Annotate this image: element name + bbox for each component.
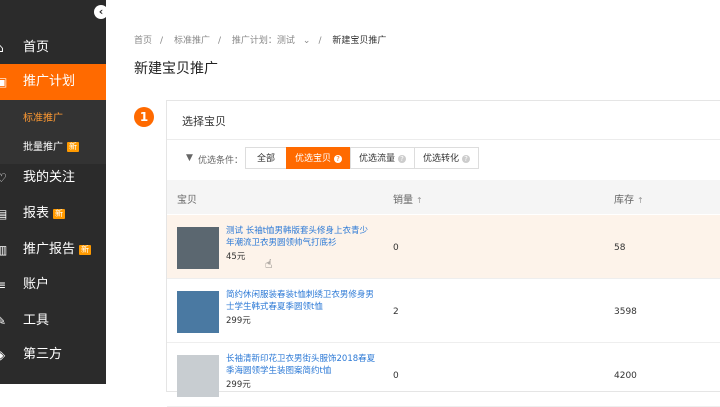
stock-value: 4200 (614, 371, 637, 381)
sidebar-item-follow[interactable]: ♡ 我的关注 (0, 160, 106, 196)
breadcrumb-current: 新建宝贝推广 (332, 36, 387, 46)
product-price: 299元 (226, 316, 251, 326)
sidebar-item-tools[interactable]: ✎ 工具 (0, 303, 106, 339)
column-header-label: 销量 (393, 195, 413, 206)
table-row[interactable]: 简约休闲服装春装t恤刺绣卫衣男修身男士学生韩式春夏季圆领t恤 299元 2 35… (167, 279, 720, 343)
column-header-stock[interactable]: 库存 ↑ (614, 191, 644, 206)
breadcrumb-separator: / (160, 36, 164, 46)
sales-value: 2 (393, 307, 399, 317)
table-header: 宝贝 销量 ↑ 库存 ↑ (167, 180, 720, 214)
product-thumbnail[interactable] (177, 291, 219, 333)
tools-icon: ✎ (0, 314, 7, 328)
thirdparty-icon: ◈ (0, 348, 6, 362)
product-thumbnail[interactable] (177, 227, 219, 269)
sort-icon[interactable]: ↑ (637, 196, 644, 205)
sidebar-item-promo-report[interactable]: ▥ 推广报告新 (0, 232, 106, 268)
sidebar-item-label: 推广计划 (23, 74, 76, 89)
column-header-product: 宝贝 (177, 195, 197, 206)
sidebar-item-home[interactable]: ⌂ 首页 (0, 30, 106, 66)
filter-tab-label: 优选流量 (358, 154, 395, 164)
chevron-down-icon[interactable]: ⌄ (303, 36, 311, 46)
table-row[interactable]: 测试 长袖t恤男韩版套头修身上衣青少年潮流卫衣男圆领帅气打底衫 45元 0 58… (167, 215, 720, 279)
filter-label: 优选条件： (198, 156, 244, 166)
sidebar-item-reports[interactable]: ▤ 报表新 (0, 196, 106, 232)
chart-icon: ▤ (0, 207, 8, 221)
help-icon[interactable]: ? (398, 154, 406, 163)
new-badge: 新 (53, 208, 66, 219)
product-price: 299元 (226, 380, 251, 390)
new-badge: 新 (67, 142, 79, 152)
sidebar-item-label: 首页 (23, 40, 50, 55)
filter-tab-all[interactable]: 全部 (245, 147, 287, 169)
filter-tab-label: 全部 (256, 154, 275, 164)
breadcrumb-item[interactable]: 标准推广 (174, 36, 210, 46)
sidebar-item-account[interactable]: ≡ 账户 (0, 267, 106, 303)
sidebar-item-label: 工具 (23, 313, 50, 328)
breadcrumb-separator: / (217, 36, 221, 46)
product-thumbnail[interactable] (177, 355, 219, 397)
sidebar-item-label: 账户 (23, 277, 50, 292)
hand-cursor-icon: ☝ (265, 257, 273, 271)
select-product-panel: 选择宝贝 ▼ 优选条件： 全部 优选宝贝? 优选流量? 优选转化? 宝贝 销量 ↑… (166, 100, 720, 407)
sales-value: 0 (393, 371, 399, 381)
panel-title: 选择宝贝 (182, 115, 226, 128)
heart-icon: ♡ (0, 171, 7, 185)
filter-tab-preferred-conversion[interactable]: 优选转化? (414, 147, 479, 169)
sidebar-item-label: 报表 (23, 206, 50, 221)
home-icon: ⌂ (0, 41, 8, 55)
product-title-link[interactable]: 长袖清新印花卫衣男街头服饰2018春夏季海圆领学生装图案简约t恤 (226, 353, 376, 377)
breadcrumb-item[interactable]: 首页 (134, 36, 152, 46)
divider (167, 139, 720, 140)
help-icon[interactable]: ? (334, 154, 342, 163)
promotion-icon: ▣ (0, 75, 8, 89)
product-title-link[interactable]: 简约休闲服装春装t恤刺绣卫衣男修身男士学生韩式春夏季圆领t恤 (226, 289, 376, 313)
help-icon[interactable]: ? (462, 154, 470, 163)
column-header-label: 库存 (614, 195, 634, 206)
sidebar-submenu: 标准推广 批量推广新 (0, 100, 106, 164)
sales-value: 0 (393, 243, 399, 253)
sidebar-subitem-standard[interactable]: 标准推广 (23, 109, 63, 124)
breadcrumb: 首页 / 标准推广 / 推广计划：测试 ⌄ / 新建宝贝推广 (134, 33, 394, 46)
filter-tab-label: 优选宝贝 (294, 154, 331, 164)
sidebar-item-label: 我的关注 (23, 170, 76, 185)
column-header-sales[interactable]: 销量 ↑ (393, 191, 423, 206)
step-number: 1 (134, 107, 154, 127)
filter-icon: ▼ (186, 153, 193, 163)
sidebar-subitem-label: 批量推广 (23, 142, 63, 153)
table-row[interactable]: 长袖清新印花卫衣男街头服饰2018春夏季海圆领学生装图案简约t恤 299元 0 … (167, 343, 720, 407)
main-content: 首页 / 标准推广 / 推广计划：测试 ⌄ / 新建宝贝推广 新建宝贝推广 1 选择宝贝… (106, 0, 720, 407)
new-badge: 新 (79, 244, 92, 255)
page-title: 新建宝贝推广 (134, 61, 218, 77)
sidebar-item-label: 第三方 (23, 347, 63, 362)
breadcrumb-item[interactable]: 推广计划：测试 (232, 36, 295, 46)
stock-value: 3598 (614, 307, 637, 317)
sidebar-item-third-party[interactable]: ◈ 第三方 (0, 337, 106, 373)
stock-value: 58 (614, 243, 626, 253)
sidebar: ‹ ⌂ 首页 ▣ 推广计划 标准推广 批量推广新 ♡ 我的关注 ▤ 报表新 ▥ … (0, 0, 108, 384)
report-icon: ▥ (0, 243, 8, 257)
breadcrumb-separator: / (318, 36, 322, 46)
product-title-link[interactable]: 测试 长袖t恤男韩版套头修身上衣青少年潮流卫衣男圆领帅气打底衫 (226, 225, 376, 249)
account-icon: ≡ (0, 278, 7, 292)
sort-icon[interactable]: ↑ (416, 196, 423, 205)
product-price: 45元 (226, 252, 246, 262)
filter-tab-label: 优选转化 (422, 154, 459, 164)
sidebar-subitem-batch[interactable]: 批量推广新 (23, 138, 79, 153)
filter-tab-preferred-items[interactable]: 优选宝贝? (286, 147, 351, 169)
sidebar-item-promotion-plan[interactable]: ▣ 推广计划 (0, 64, 106, 100)
filter-tab-preferred-traffic[interactable]: 优选流量? (350, 147, 415, 169)
sidebar-item-label: 推广报告 (23, 242, 76, 257)
